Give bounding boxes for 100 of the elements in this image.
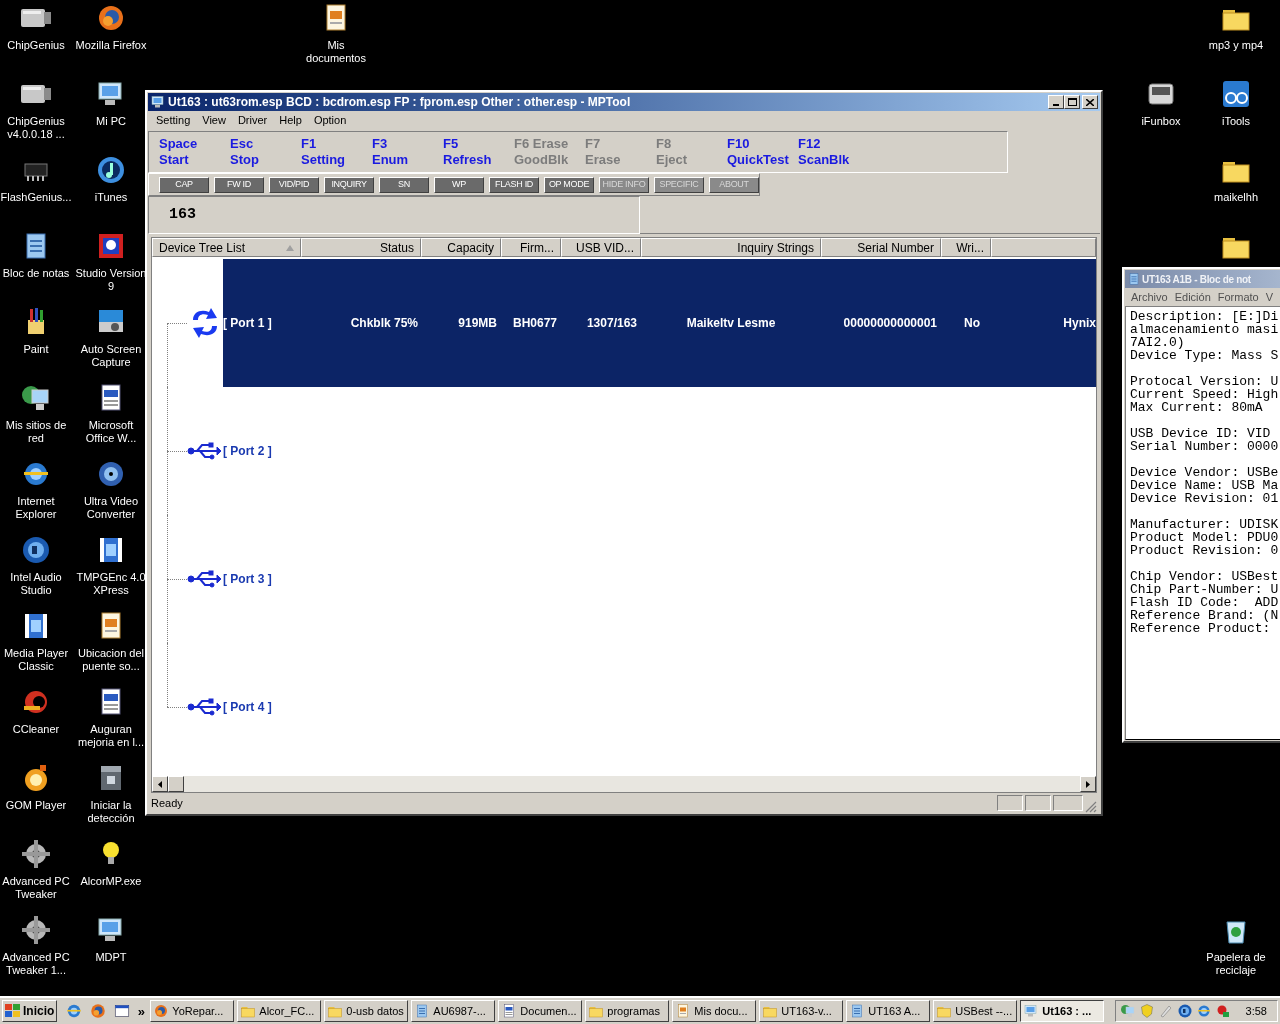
column-header[interactable]: Device Tree List — [152, 238, 301, 257]
icon-label: Mi PC — [96, 115, 126, 128]
text-line: Reference Product: — [1130, 622, 1271, 635]
globe-icon — [1195, 1003, 1212, 1019]
taskbar-button[interactable]: UT163-v... — [759, 1000, 844, 1022]
function-key-button[interactable]: Space Start — [159, 136, 230, 168]
port-label: [ Port 2 ] — [223, 443, 273, 460]
device-row[interactable]: [ Port 1 ] Chkblk 75% 919MB BH0677 1307/163 Maikeltv Lesme 00000000000001 No Hynix — [223, 259, 1096, 387]
menu-item[interactable]: Option — [307, 112, 353, 129]
scroll-right-button[interactable] — [1080, 776, 1096, 792]
table-cell-text: Chkblk 75% — [349, 315, 419, 332]
speaker-icon — [1176, 1003, 1193, 1019]
menu-item[interactable]: V — [1265, 288, 1274, 306]
icon-label: Media Player Classic — [2, 647, 70, 673]
text-line: Protocal Version: U — [1130, 375, 1280, 388]
text-line: Chip Part-Number: U — [1130, 583, 1280, 596]
taskbar-button[interactable]: 0-usb datos — [324, 1000, 409, 1022]
taskbar-button[interactable]: Documen... — [498, 1000, 583, 1022]
menu-item[interactable]: View — [196, 112, 232, 129]
status-pane — [997, 795, 1023, 811]
taskbar-button[interactable]: programas — [585, 1000, 670, 1022]
menu-item[interactable]: Archivo — [1131, 288, 1168, 306]
menu-item[interactable]: Edición — [1174, 288, 1211, 306]
start-button[interactable]: Inicio — [2, 1000, 58, 1022]
taskbar-button[interactable]: Mis docu... — [672, 1000, 757, 1022]
scroll-thumb[interactable] — [168, 776, 184, 792]
text-line: Device Vendor: USBe — [1130, 466, 1280, 479]
command-button[interactable]: CAP — [159, 176, 209, 193]
usb-icon — [187, 442, 221, 460]
command-button[interactable]: FW ID — [214, 176, 264, 193]
text-line: Current Speed: High — [1130, 388, 1280, 401]
function-key-button[interactable]: F5 Refresh — [443, 136, 514, 168]
menu-item[interactable]: Setting — [150, 112, 197, 129]
shield-icon — [1138, 1003, 1155, 1019]
command-button[interactable]: OP MODE — [544, 176, 594, 193]
network-globe-icon — [1119, 1003, 1136, 1019]
icon-label: Papelera de reciclaje — [1205, 951, 1267, 977]
table-cell-text: No — [963, 315, 981, 332]
window-icon — [113, 1002, 132, 1020]
close-button[interactable] — [1082, 95, 1098, 109]
text-line: Max Current: 80mA — [1130, 401, 1263, 414]
icon-label: Advanced PC Tweaker — [1, 875, 71, 901]
taskbar-button[interactable]: USBest --... — [933, 1000, 1018, 1022]
port-label: [ Port 1 ] — [223, 315, 273, 332]
table-cell-text: BH0677 — [512, 315, 559, 332]
computer-icon — [1023, 1003, 1040, 1019]
maximize-button[interactable] — [1064, 95, 1080, 109]
icon-label: Mozilla Firefox — [75, 39, 147, 52]
icon-label: TMPGEnc 4.0 XPress — [75, 571, 147, 597]
resize-grip-icon[interactable] — [1085, 801, 1097, 813]
icon-label: Mis documentos — [305, 39, 367, 65]
icon-label: AlcorMP.exe — [80, 875, 142, 888]
taskbar-button[interactable]: Ut163 : ... — [1020, 1000, 1105, 1022]
menu-item[interactable]: Formato — [1217, 288, 1259, 306]
icon-label: Bloc de notas — [2, 267, 70, 280]
column-header[interactable]: Status — [301, 238, 421, 257]
icon-label: CCleaner — [12, 723, 60, 736]
text-line: Device Type: Mass S — [1130, 349, 1280, 362]
minimize-button[interactable] — [1048, 95, 1064, 109]
table-cell-text: 919MB — [457, 315, 498, 332]
scroll-left-button[interactable] — [152, 776, 168, 792]
taskbar-button[interactable]: YoRepar... — [150, 1000, 235, 1022]
column-header[interactable]: USB VID... — [561, 238, 641, 257]
column-header[interactable]: Inquiry Strings — [641, 238, 821, 257]
icon-label: Iniciar la detección — [86, 799, 136, 825]
column-header[interactable]: Serial Number — [821, 238, 941, 257]
command-button[interactable]: WP — [434, 176, 484, 193]
model-number: 163 — [169, 204, 196, 225]
column-header[interactable]: Capacity — [421, 238, 501, 257]
icon-label: Advanced PC Tweaker 1... — [1, 951, 71, 977]
more-button[interactable]: » — [135, 1004, 148, 1018]
command-button[interactable]: SN — [379, 176, 429, 193]
status-text: Ready — [151, 795, 183, 811]
function-key-button[interactable]: F1 Setting — [301, 136, 372, 168]
table-cell-text: Hynix — [1062, 315, 1096, 332]
function-key-button[interactable]: F10 QuickTest — [727, 136, 798, 168]
text-line: Reference Brand: (N — [1130, 609, 1280, 622]
taskbar-button[interactable]: AU6987-... — [411, 1000, 496, 1022]
menu-item[interactable]: Driver — [231, 112, 274, 129]
command-button[interactable]: FLASH ID — [489, 176, 539, 193]
column-header[interactable]: Firm... — [501, 238, 561, 257]
text-line: 7AI2.0) — [1130, 336, 1186, 349]
command-button[interactable]: VID/PID — [269, 176, 319, 193]
right-arrow-icon — [1086, 780, 1090, 788]
text-line: Manufacturer: UDISK — [1130, 518, 1280, 531]
text-line: Serial Number: 0000 — [1130, 440, 1280, 453]
taskbar-button[interactable]: UT163 A... — [846, 1000, 931, 1022]
function-key-button[interactable]: Esc Stop — [230, 136, 301, 168]
icon-label: iFunbox — [1141, 115, 1181, 128]
function-key-button[interactable]: F12 ScanBlk — [798, 136, 869, 168]
function-key-button[interactable]: F3 Enum — [372, 136, 443, 168]
text-line: Flash ID Code: ADD — [1130, 596, 1280, 609]
command-button[interactable]: INQUIRY — [324, 176, 374, 193]
column-header[interactable] — [991, 238, 1096, 257]
taskbar-button[interactable]: Alcor_FC... — [237, 1000, 322, 1022]
menu-item[interactable]: Help — [273, 112, 308, 129]
column-header[interactable]: Wri... — [941, 238, 991, 257]
icon-label: Mis sitios de red — [4, 419, 68, 445]
icon-label: Ubicacion del puente so... — [76, 647, 145, 673]
clock: 3:58 — [1245, 1003, 1267, 1019]
